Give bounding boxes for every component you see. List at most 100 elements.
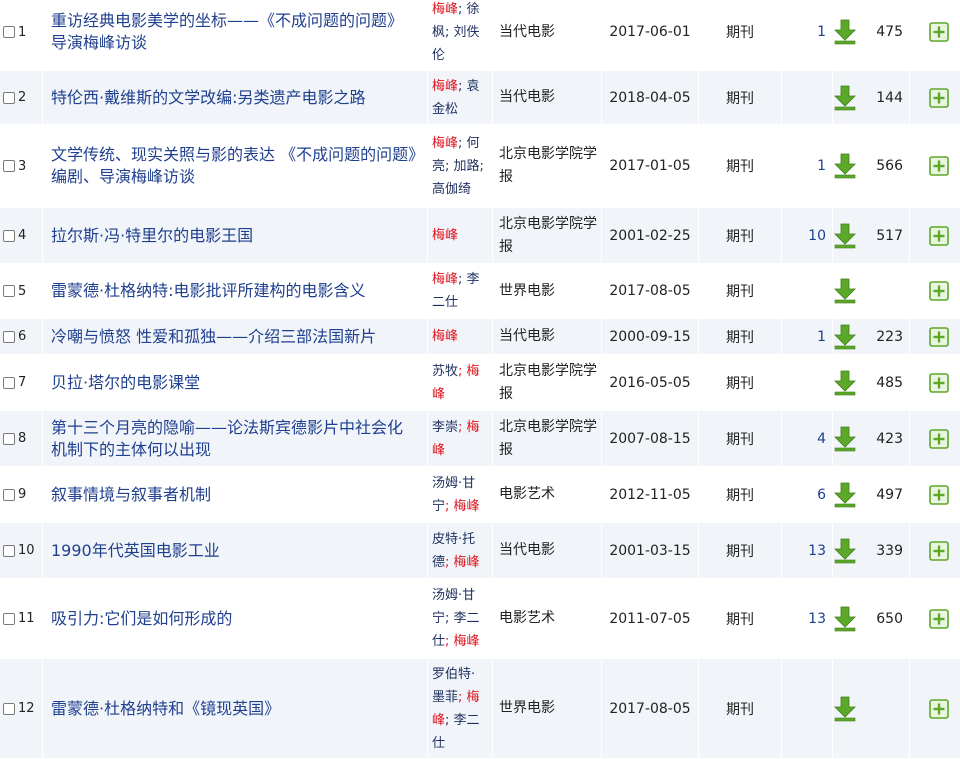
cited-count[interactable]: 10 — [808, 228, 832, 244]
download-arrow-icon[interactable] — [833, 85, 857, 111]
cited-count[interactable]: 1 — [817, 24, 832, 40]
source-link[interactable]: 当代电影 — [493, 539, 601, 562]
row-checkbox[interactable] — [3, 91, 15, 104]
title-link[interactable]: 雷蒙德·杜格纳特:电影批评所建构的电影含义 — [43, 280, 427, 302]
download-arrow-icon[interactable] — [833, 426, 857, 452]
source-cell: 世界电影 — [493, 659, 602, 759]
download-arrow-icon[interactable] — [833, 606, 857, 632]
download-arrow-icon[interactable] — [833, 153, 857, 179]
cited-count[interactable]: 13 — [808, 611, 832, 627]
download-arrow-icon[interactable] — [833, 278, 857, 304]
database-type: 期刊 — [726, 431, 754, 448]
row-checkbox[interactable] — [3, 229, 15, 242]
row-checkbox[interactable] — [3, 488, 15, 501]
add-plus-icon[interactable] — [929, 326, 949, 347]
title-link[interactable]: 吸引力:它们是如何形成的 — [43, 608, 427, 630]
source-link[interactable]: 电影艺术 — [493, 483, 601, 506]
download-arrow-icon[interactable] — [833, 482, 857, 508]
source-link[interactable]: 北京电影学院学报 — [493, 143, 601, 189]
source-link[interactable]: 当代电影 — [493, 325, 601, 348]
title-link[interactable]: 叙事情境与叙事者机制 — [43, 484, 427, 506]
select-cell: 12 — [0, 659, 43, 759]
row-checkbox[interactable] — [3, 702, 15, 715]
add-plus-icon[interactable] — [929, 428, 949, 449]
title-link[interactable]: 第十三个月亮的隐喻——论法斯宾德影片中社会化机制下的主体何以出现 — [43, 417, 427, 461]
source-link[interactable]: 北京电影学院学报 — [493, 416, 601, 462]
download-arrow-icon[interactable] — [833, 19, 857, 45]
source-link[interactable]: 当代电影 — [493, 21, 601, 44]
author-name[interactable]: 李崇 — [432, 420, 458, 435]
download-arrow-icon[interactable] — [833, 324, 857, 350]
row-checkbox[interactable] — [3, 160, 15, 172]
source-link[interactable]: 世界电影 — [493, 697, 601, 720]
author-cell: 皮特·托德; 梅峰 — [428, 523, 493, 579]
title-cell: 拉尔斯·冯·特里尔的电影王国 — [43, 208, 428, 264]
cited-count[interactable] — [826, 375, 832, 391]
add-plus-icon[interactable] — [929, 156, 949, 176]
cited-count[interactable]: 13 — [808, 543, 832, 559]
source-link[interactable]: 北京电影学院学报 — [493, 213, 601, 259]
author-name[interactable]: 梅峰 — [432, 329, 458, 344]
download-arrow-icon[interactable] — [833, 370, 857, 396]
add-plus-icon[interactable] — [929, 484, 949, 505]
date-cell: 2017-08-05 — [602, 264, 699, 319]
cited-count[interactable]: 1 — [817, 329, 832, 345]
table-row: 7 贝拉·塔尔的电影课堂 苏牧; 梅峰 北京电影学院学报 2016-05-05 … — [0, 355, 960, 411]
select-cell: 6 — [0, 319, 43, 355]
title-link[interactable]: 拉尔斯·冯·特里尔的电影王国 — [43, 225, 427, 247]
add-plus-icon[interactable] — [929, 372, 949, 393]
add-plus-icon[interactable] — [929, 22, 949, 42]
download-arrow-icon[interactable] — [833, 696, 857, 722]
row-checkbox[interactable] — [3, 330, 15, 343]
author-name[interactable]: 苏牧 — [432, 364, 458, 379]
author-name[interactable]: 梅峰 — [432, 136, 458, 151]
source-link[interactable]: 北京电影学院学报 — [493, 360, 601, 406]
add-plus-icon[interactable] — [929, 540, 949, 561]
title-link[interactable]: 冷嘲与愤怒 性爱和孤独——介绍三部法国新片 — [43, 326, 427, 348]
source-link[interactable]: 电影艺术 — [493, 607, 601, 630]
table-row: 9 叙事情境与叙事者机制 汤姆·甘宁; 梅峰 电影艺术 2012-11-05 期… — [0, 467, 960, 523]
publish-date: 2007-08-15 — [609, 430, 691, 447]
author-name[interactable]: 梅峰 — [432, 2, 458, 17]
title-link[interactable]: 雷蒙德·杜格纳特和《镜现英国》 — [43, 698, 427, 720]
results-table: 1 重访经典电影美学的坐标——《不成问题的问题》导演梅峰访谈 梅峰; 徐枫; 刘… — [0, 0, 960, 759]
title-link[interactable]: 重访经典电影美学的坐标——《不成问题的问题》导演梅峰访谈 — [43, 10, 427, 54]
title-link[interactable]: 文学传统、现实关照与影的表达 《不成问题的问题》编剧、导演梅峰访谈 — [43, 144, 427, 188]
row-checkbox[interactable] — [3, 376, 15, 389]
title-link[interactable]: 1990年代英国电影工业 — [43, 540, 427, 562]
add-plus-icon[interactable] — [929, 698, 949, 719]
author-name[interactable]: 梅峰 — [432, 272, 458, 287]
cited-count[interactable] — [826, 283, 832, 299]
add-plus-icon[interactable] — [929, 281, 949, 301]
cited-count[interactable]: 6 — [817, 487, 832, 503]
publish-date: 2017-08-05 — [609, 700, 691, 717]
author-name[interactable]: 梅峰 — [432, 79, 458, 94]
author-name[interactable]: ; 梅峰 — [445, 555, 480, 570]
author-name[interactable]: ; 梅峰 — [445, 634, 480, 649]
cited-count[interactable]: 4 — [817, 431, 832, 447]
add-plus-icon[interactable] — [929, 225, 949, 246]
author-name[interactable]: ; 加路 — [445, 159, 480, 174]
title-link[interactable]: 特伦西·戴维斯的文学改编:另类遗产电影之路 — [43, 87, 427, 109]
add-plus-icon[interactable] — [929, 87, 949, 108]
source-cell: 电影艺术 — [493, 579, 602, 659]
cited-count[interactable]: 1 — [817, 158, 832, 174]
source-link[interactable]: 当代电影 — [493, 86, 601, 109]
row-checkbox[interactable] — [3, 432, 15, 445]
source-link[interactable]: 世界电影 — [493, 280, 601, 303]
title-link[interactable]: 贝拉·塔尔的电影课堂 — [43, 372, 427, 394]
author-list: 梅峰; 徐枫; 刘佚伦 — [428, 0, 492, 67]
row-checkbox[interactable] — [3, 544, 15, 557]
author-name[interactable]: ; 梅峰 — [445, 499, 480, 514]
add-cell — [910, 71, 960, 125]
source-cell: 北京电影学院学报 — [493, 355, 602, 411]
row-checkbox[interactable] — [3, 285, 15, 297]
row-checkbox[interactable] — [3, 612, 15, 625]
download-arrow-icon[interactable] — [833, 223, 857, 249]
cited-count[interactable] — [826, 701, 832, 717]
download-arrow-icon[interactable] — [833, 538, 857, 564]
add-plus-icon[interactable] — [929, 608, 949, 629]
cited-count[interactable] — [826, 90, 832, 106]
author-name[interactable]: 梅峰 — [432, 228, 458, 243]
row-checkbox[interactable] — [3, 26, 15, 38]
